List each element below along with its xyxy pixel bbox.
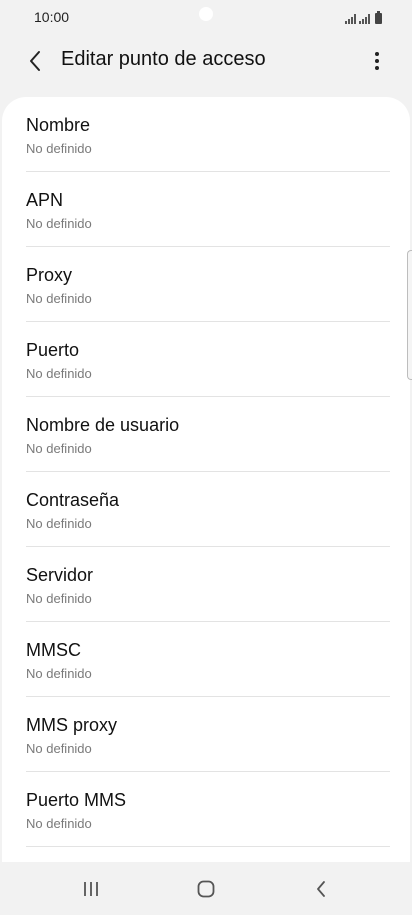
item-value: No definido — [26, 516, 92, 531]
home-icon — [197, 880, 215, 898]
divider — [26, 846, 390, 847]
item-value: No definido — [26, 816, 92, 831]
status-icons — [345, 10, 382, 24]
list-item[interactable]: Nombre No definido — [2, 97, 410, 172]
status-bar: 10:00 — [0, 0, 412, 36]
list-item[interactable]: MMSC No definido — [2, 622, 410, 697]
item-title: Servidor — [26, 565, 94, 585]
item-title: Proxy — [26, 265, 73, 285]
list-item[interactable]: Puerto MMS No definido — [2, 772, 410, 847]
item-value: No definido — [26, 741, 92, 756]
item-title: Puerto — [26, 340, 80, 360]
status-time: 10:00 — [34, 9, 70, 25]
page-title: Editar punto de acceso — [61, 48, 266, 70]
list-item[interactable]: Puerto No definido — [2, 322, 410, 397]
recent-apps-icon — [84, 882, 98, 896]
item-title: Puerto MMS — [26, 790, 127, 810]
item-title: MMS proxy — [26, 715, 118, 735]
item-title: APN — [26, 190, 64, 210]
back-button[interactable] — [20, 46, 50, 76]
navigation-bar — [0, 862, 412, 915]
more-vertical-icon — [375, 52, 379, 70]
item-title: MMSC — [26, 640, 81, 660]
list-item[interactable]: Proxy No definido — [2, 247, 410, 322]
back-icon — [317, 881, 325, 897]
settings-card: Nombre No definido APN No definido Proxy No d… — [2, 97, 410, 862]
front-camera — [199, 7, 213, 21]
list-item[interactable]: Nombre de usuario No definido — [2, 397, 410, 472]
battery-icon — [375, 11, 382, 24]
signal-sim1-icon — [345, 14, 356, 24]
item-value: No definido — [26, 366, 92, 381]
list-item[interactable]: MMS proxy No definido — [2, 697, 410, 772]
apn-settings-list: Nombre No definido APN No definido Proxy No d… — [2, 97, 410, 847]
more-options-button[interactable] — [364, 46, 390, 76]
recent-apps-button[interactable] — [71, 874, 111, 904]
list-item[interactable]: APN No definido — [2, 172, 410, 247]
item-value: No definido — [26, 291, 92, 306]
scrollbar-handle[interactable] — [407, 250, 412, 380]
signal-sim2-icon — [359, 14, 370, 24]
list-item[interactable]: Contraseña No definido — [2, 472, 410, 547]
item-title: Contraseña — [26, 490, 120, 510]
chevron-left-icon — [30, 51, 40, 71]
item-title: Nombre — [26, 115, 91, 135]
item-value: No definido — [26, 141, 92, 156]
item-title: Nombre de usuario — [26, 415, 180, 435]
screen: 10:00 Editar punto de acceso Nombre No d… — [0, 0, 412, 915]
app-bar: Editar punto de acceso — [0, 36, 412, 84]
item-value: No definido — [26, 441, 92, 456]
list-item[interactable]: Servidor No definido — [2, 547, 410, 622]
home-button[interactable] — [186, 874, 226, 904]
item-value: No definido — [26, 591, 92, 606]
nav-back-button[interactable] — [301, 874, 341, 904]
item-value: No definido — [26, 216, 92, 231]
item-value: No definido — [26, 666, 92, 681]
